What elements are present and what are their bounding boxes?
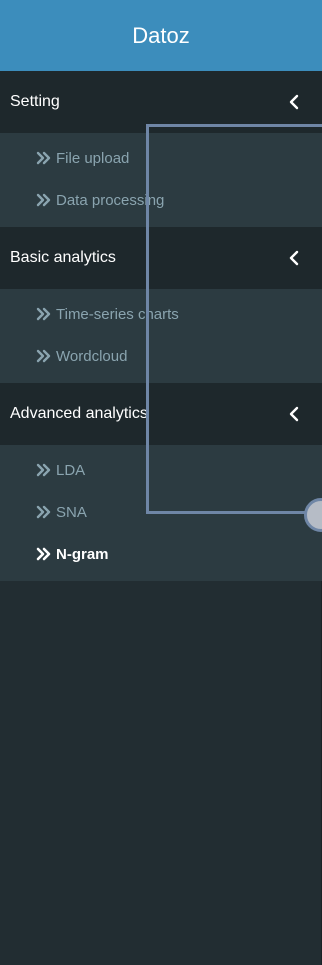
- menu-item-label: Data processing: [56, 191, 165, 209]
- double-chevron-right-icon: [36, 349, 51, 363]
- menu-item-file-upload[interactable]: File upload: [0, 137, 322, 179]
- menu-section-advanced-analytics[interactable]: Advanced analytics: [0, 383, 322, 445]
- chevron-left-icon: [289, 406, 299, 422]
- menu-item-wordcloud[interactable]: Wordcloud: [0, 335, 322, 377]
- chevron-left-icon: [289, 250, 299, 266]
- submenu-advanced-analytics: LDA SNA N-gram: [0, 445, 322, 581]
- submenu-setting: File upload Data processing: [0, 133, 322, 227]
- menu-section-label: Setting: [10, 93, 60, 110]
- menu-item-label: Wordcloud: [56, 347, 128, 365]
- chevron-left-icon: [289, 94, 299, 110]
- double-chevron-right-icon: [36, 151, 51, 165]
- app-header[interactable]: Datoz: [0, 0, 322, 71]
- menu-section-label: Advanced analytics: [10, 405, 148, 422]
- menu-item-sna[interactable]: SNA: [0, 491, 322, 533]
- double-chevron-right-icon: [36, 193, 51, 207]
- menu-item-label: Time-series charts: [56, 305, 179, 323]
- menu-section-basic-analytics[interactable]: Basic analytics: [0, 227, 322, 289]
- menu-item-lda[interactable]: LDA: [0, 449, 322, 491]
- double-chevron-right-icon: [36, 505, 51, 519]
- double-chevron-right-icon: [36, 307, 51, 321]
- sidebar: Datoz Setting File upload Data processin…: [0, 0, 322, 965]
- menu-item-time-series-charts[interactable]: Time-series charts: [0, 293, 322, 335]
- double-chevron-right-icon: [36, 547, 51, 561]
- menu-item-label: N-gram: [56, 545, 109, 563]
- menu-item-label: File upload: [56, 149, 130, 167]
- app-title: Datoz: [132, 22, 190, 48]
- menu-item-label: LDA: [56, 461, 86, 479]
- menu-item-n-gram[interactable]: N-gram: [0, 533, 322, 575]
- menu-section-label: Basic analytics: [10, 249, 116, 266]
- menu-section-setting[interactable]: Setting: [0, 71, 322, 133]
- submenu-basic-analytics: Time-series charts Wordcloud: [0, 289, 322, 383]
- menu-item-label: SNA: [56, 503, 87, 521]
- double-chevron-right-icon: [36, 463, 51, 477]
- menu-item-data-processing[interactable]: Data processing: [0, 179, 322, 221]
- sidebar-menu: Setting File upload Data processing Basi…: [0, 71, 322, 581]
